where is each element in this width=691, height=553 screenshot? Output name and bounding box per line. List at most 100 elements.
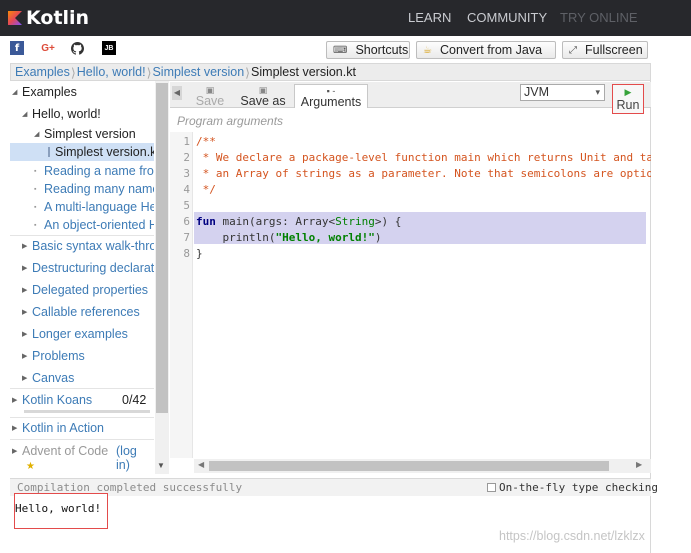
tree-item-simplest-version-kt[interactable]: Simplest version.kt: [10, 143, 154, 161]
facebook-icon[interactable]: f: [10, 41, 24, 55]
collapsed-arrow-icon: ▶: [22, 353, 28, 360]
code-editor[interactable]: /** * We declare a package-level functio…: [194, 132, 651, 458]
line-number: 7: [183, 231, 190, 244]
arguments-label: Arguments: [300, 95, 362, 109]
file-icon: [48, 147, 50, 157]
collapsed-arrow-icon: ▶: [22, 309, 28, 316]
run-button[interactable]: ▶ Run: [612, 84, 644, 114]
divider: [10, 439, 154, 440]
chevron-down-icon: ▾: [595, 87, 600, 97]
shortcuts-label: Shortcuts: [355, 43, 409, 57]
breadcrumb-current-file: Simplest version.kt: [251, 65, 356, 79]
code-type: String: [335, 215, 375, 228]
expanded-arrow-icon: ◢: [22, 111, 28, 118]
breadcrumb-hello-world[interactable]: Hello, world!: [77, 65, 146, 79]
koans-progress-count: 0/42: [122, 393, 147, 407]
tree-item-simplest-version[interactable]: ◢ Simplest version: [34, 125, 136, 143]
sidebar-scrollbar-thumb[interactable]: [156, 83, 168, 413]
tree-item-kotlin-koans[interactable]: ▶ Kotlin Koans: [12, 391, 92, 409]
log-in-link[interactable]: (log in): [116, 444, 146, 472]
tree-item-basic-syntax[interactable]: ▶ Basic syntax walk-through: [22, 237, 154, 255]
nav-learn[interactable]: LEARN: [408, 10, 451, 25]
tree-label: Hello, world!: [32, 107, 101, 121]
tree-item-callable-references[interactable]: ▶ Callable references: [22, 303, 140, 321]
divider: [10, 235, 154, 236]
line-number: 6: [183, 215, 190, 228]
save-as-label: Save as: [240, 94, 286, 108]
code-string: "Hello, world!": [275, 231, 375, 244]
tree-item-advent-of-code[interactable]: ▶ Advent of Code: [12, 442, 108, 460]
save-button[interactable]: ▣ Save: [192, 84, 228, 107]
code-line: }: [196, 247, 203, 260]
breadcrumb-separator: ⟩: [70, 65, 76, 80]
tree-item-delegated-properties[interactable]: ▶ Delegated properties: [22, 281, 148, 299]
scroll-down-arrow-icon[interactable]: ▼: [157, 461, 165, 470]
scroll-right-arrow-icon[interactable]: ▶: [636, 460, 642, 469]
tree-label: Reading a name from the command line: [44, 164, 154, 178]
breadcrumb-examples[interactable]: Examples: [15, 65, 70, 79]
sidebar-scrollbar[interactable]: ▼: [155, 81, 169, 474]
tree-item-kotlin-in-action[interactable]: ▶ Kotlin in Action: [12, 419, 104, 437]
collapsed-arrow-icon: ▪: [34, 185, 37, 193]
collapsed-arrow-icon: ▶: [22, 331, 28, 338]
code-line: println("Hello, world!"): [196, 230, 381, 246]
editor-horizontal-scrollbar[interactable]: ◀ ▶: [194, 459, 651, 473]
breadcrumb-separator: ⟩: [245, 65, 251, 80]
koans-progress-bar: [24, 410, 150, 413]
breadcrumb-simplest-version[interactable]: Simplest version: [152, 65, 244, 79]
tree-item-reading-name[interactable]: ▪ Reading a name from the command line: [34, 162, 154, 180]
tree-item-longer-examples[interactable]: ▶ Longer examples: [22, 325, 128, 343]
save-label: Save: [195, 94, 225, 108]
breadcrumb: Examples ⟩ Hello, world! ⟩ Simplest vers…: [10, 63, 651, 81]
line-number: 5: [183, 199, 190, 212]
on-the-fly-checkbox[interactable]: On-the-fly type checking: [487, 481, 658, 494]
editor-scrollbar-thumb[interactable]: [209, 461, 609, 471]
tree-item-reading-many-names[interactable]: ▪ Reading many names from the command li…: [34, 180, 154, 198]
google-plus-icon[interactable]: G+: [40, 41, 56, 55]
tree-item-multi-language[interactable]: ▪ A multi-language Hello: [34, 198, 154, 216]
collapsed-arrow-icon: ▪: [34, 167, 37, 175]
tree-label: An object-oriented Hello: [44, 218, 154, 232]
code-line: /**: [196, 135, 216, 148]
convert-from-java-button[interactable]: ☕ Convert from Java: [416, 41, 556, 59]
code-line: * We declare a package-level function ma…: [196, 151, 651, 164]
scroll-left-arrow-icon[interactable]: ◀: [198, 460, 204, 469]
run-label: Run: [616, 98, 640, 112]
platform-value: JVM: [524, 85, 549, 99]
nav-try-online[interactable]: TRY ONLINE: [560, 10, 638, 25]
tree-item-hello-world[interactable]: ◢ Hello, world!: [22, 105, 101, 123]
code-text: ): [374, 231, 382, 244]
collapsed-arrow-icon: ▪: [34, 203, 37, 211]
star-icon: ★: [26, 461, 35, 472]
tree-item-problems[interactable]: ▶ Problems: [22, 347, 85, 365]
shortcuts-button[interactable]: ⌨ Shortcuts: [326, 41, 410, 59]
kotlin-logo[interactable]: Kotlin: [8, 7, 89, 29]
save-as-button[interactable]: ▣ Save as: [238, 84, 288, 107]
collapsed-arrow-icon: ▶: [22, 287, 28, 294]
line-number: 8: [183, 247, 190, 260]
program-arguments-input[interactable]: Program arguments: [177, 114, 283, 128]
tree-item-destructuring[interactable]: ▶ Destructuring declarations: [22, 259, 154, 277]
tree-item-canvas[interactable]: ▶ Canvas: [22, 369, 74, 387]
line-number: 2: [183, 151, 190, 164]
keyboard-icon: ⌨: [333, 44, 348, 56]
tree-label: Examples: [22, 85, 77, 99]
line-number: 4: [183, 183, 190, 196]
collapse-sidebar-arrow-icon[interactable]: ◀: [172, 86, 182, 100]
nav-community[interactable]: COMMUNITY: [467, 10, 547, 25]
code-text: main(args: Array<: [215, 215, 336, 228]
fullscreen-button[interactable]: ⤢ Fullscreen: [562, 41, 648, 59]
tab-arguments[interactable]: ▪ - Arguments: [294, 84, 368, 108]
tree-label: Longer examples: [32, 327, 128, 341]
jetbrains-icon[interactable]: JB: [102, 41, 116, 55]
github-icon[interactable]: [70, 41, 84, 55]
tree-label: Advent of Code: [22, 444, 109, 458]
checkbox-icon[interactable]: [487, 483, 496, 492]
tree-item-object-oriented[interactable]: ▪ An object-oriented Hello: [34, 216, 154, 234]
platform-select[interactable]: JVM ▾: [520, 84, 605, 101]
tree-item-examples[interactable]: ◢ Examples: [12, 83, 77, 101]
expanded-arrow-icon: ◢: [34, 131, 40, 138]
code-line: * an Array of strings as a parameter. No…: [196, 167, 651, 180]
divider: [10, 388, 154, 389]
examples-sidebar: ◢ Examples ◢ Hello, world! ◢ Simplest ve…: [10, 81, 154, 474]
